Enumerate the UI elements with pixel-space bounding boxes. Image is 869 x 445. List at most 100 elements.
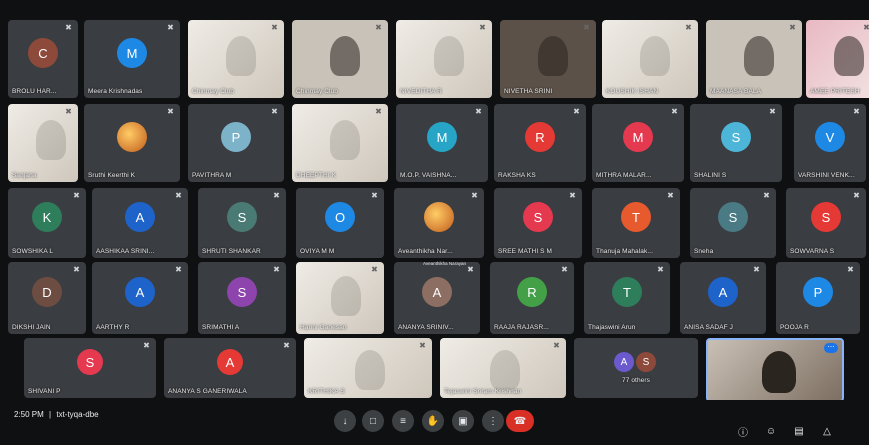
video-feed — [331, 276, 362, 317]
mic-muted-icon: ✖ — [657, 265, 664, 274]
participant-tile[interactable]: NIVETHA SRINI ✖ — [500, 20, 596, 98]
participant-name: AMEE PRITESH — [810, 88, 860, 95]
participant-name: SOWSHIKA L — [12, 248, 54, 255]
participant-tile[interactable]: T Thanuja Mahalak... ✖ — [592, 188, 680, 258]
mic-muted-icon: ✖ — [471, 191, 478, 200]
mic-button[interactable]: ↓ — [334, 410, 356, 432]
participant-tile[interactable]: M MITHRA MALAR... ✖ — [592, 104, 684, 182]
avatar: K — [32, 202, 62, 232]
participant-tile[interactable]: Sruthi Keerthi K ✖ — [84, 104, 180, 182]
camera-button[interactable]: □ — [362, 410, 384, 432]
activities-icon[interactable]: △ — [820, 424, 834, 438]
participant-name: AASHIKAA SRINI... — [96, 248, 155, 255]
participant-name: SHIVANI P — [28, 388, 61, 395]
avatar: T — [612, 277, 642, 307]
participant-tile[interactable]: KRITHIKA S ✖ — [304, 338, 432, 398]
video-feed — [834, 35, 864, 76]
mic-muted-icon: ✖ — [671, 107, 678, 116]
speaking-caption: Aveanthikha Narayan — [423, 261, 466, 266]
participant-name: BROLU HAR... — [12, 88, 57, 95]
mic-muted-icon: ✖ — [863, 23, 869, 32]
participant-tile[interactable]: D DIKSHI JAIN ✖ — [8, 262, 86, 334]
participant-tile[interactable]: A AASHIKAA SRINI... ✖ — [92, 188, 188, 258]
mic-muted-icon: ✖ — [667, 191, 674, 200]
participant-tile[interactable]: Chinmay Club ✖ — [292, 20, 388, 98]
participant-tile[interactable]: P POOJA R ✖ — [776, 262, 860, 334]
participant-tile[interactable]: M Meera Krishnadas ✖ — [84, 20, 180, 98]
participant-tile[interactable]: AMEE PRITESH ✖ — [806, 20, 869, 98]
participant-tile[interactable]: R RAAJA RAJASR... ✖ — [490, 262, 574, 334]
raise-hand-button[interactable]: ✋ — [422, 410, 444, 432]
participant-tile[interactable]: A ANISA SADAF J ✖ — [680, 262, 766, 334]
participant-tile[interactable]: A AARTHY R ✖ — [92, 262, 188, 334]
participant-name: Sruthi Keerthi K — [88, 172, 136, 179]
more-options-icon: ⋮ — [488, 415, 498, 427]
participant-name: Thanuja Mahalak... — [596, 248, 654, 255]
participant-tile[interactable]: Tejaswini Sriram Krishnan ✖ — [440, 338, 566, 398]
participant-tile[interactable]: K SOWSHIKA L ✖ — [8, 188, 86, 258]
participant-tile[interactable]: Sanjana ✖ — [8, 104, 78, 182]
participant-tile[interactable]: V VARSHINI VENK... ✖ — [794, 104, 866, 182]
participant-tile[interactable]: T Thajaswini Arun ✖ — [584, 262, 670, 334]
mic-muted-icon: ✖ — [271, 23, 278, 32]
participant-tile[interactable]: S Sneha ✖ — [690, 188, 776, 258]
participant-tile[interactable]: S SHIVANI P ✖ — [24, 338, 156, 398]
participant-tile[interactable]: MAANASA BALA ✖ — [706, 20, 802, 98]
participant-name: SOWVARNA S — [790, 248, 835, 255]
participant-tile[interactable]: S SHRUTI SHANKAR ✖ — [198, 188, 286, 258]
people-icon[interactable]: ☺ — [764, 424, 778, 438]
avatar: M — [117, 38, 147, 68]
participant-tile[interactable]: O OVIYA M M ✖ — [296, 188, 384, 258]
participant-tile[interactable]: Harini Ganesan ✖ — [296, 262, 384, 334]
avatar: O — [325, 202, 355, 232]
self-video — [761, 350, 796, 393]
meeting-info: 2:50 PM | txt-tyqa-dbe — [14, 410, 99, 419]
avatar: S — [811, 202, 841, 232]
mic-muted-icon: ✖ — [753, 265, 760, 274]
participant-tile[interactable]: Aveanthikha Nar... ✖ — [394, 188, 484, 258]
participant-tile[interactable]: P PAVITHRA M ✖ — [188, 104, 284, 182]
mic-muted-icon: ✖ — [853, 191, 860, 200]
participant-name: MITHRA MALAR... — [596, 172, 652, 179]
participant-name: Meera Krishnadas — [88, 88, 143, 95]
participant-name: ANANYA SRINIV... — [398, 324, 454, 331]
separator: | — [49, 410, 52, 419]
video-feed — [434, 35, 465, 76]
participant-tile[interactable]: KOUSHIK ISHAN ✖ — [602, 20, 698, 98]
participant-tile[interactable]: S SHALINI S ✖ — [690, 104, 782, 182]
info-icon[interactable]: ⓘ — [736, 424, 750, 439]
self-view-badge[interactable]: ⋯ — [824, 343, 838, 353]
meeting-time: 2:50 PM — [14, 410, 44, 419]
participant-tile[interactable]: A S 77 others — [574, 338, 698, 398]
present-button[interactable]: ▣ — [452, 410, 474, 432]
avatar: P — [221, 122, 251, 152]
participant-tile[interactable]: A ANANYA S GANERIWALA ✖ — [164, 338, 296, 398]
avatar: S — [227, 202, 257, 232]
participant-name: NIVETHA SRINI — [504, 88, 553, 95]
mic-muted-icon: ✖ — [375, 23, 382, 32]
mic-muted-icon: ✖ — [371, 191, 378, 200]
mic-muted-icon: ✖ — [143, 341, 150, 350]
more-options-button[interactable]: ⋮ — [482, 410, 504, 432]
participant-tile[interactable]: S SRIMATHI A ✖ — [198, 262, 286, 334]
avatar: A — [422, 277, 452, 307]
meeting-code: txt-tyqa-dbe — [56, 410, 99, 419]
avatar: A — [614, 352, 634, 372]
participant-tile[interactable]: M M.O.P. VAISHNA... ✖ — [396, 104, 488, 182]
avatar: V — [815, 122, 845, 152]
captions-button[interactable]: ≡ — [392, 410, 414, 432]
participant-tile[interactable]: S SREE MATHI S M ✖ — [494, 188, 582, 258]
participant-tile[interactable]: A ANANYA SRINIV... ✖ — [394, 262, 480, 334]
participant-tile[interactable]: R RAKSHA KS ✖ — [494, 104, 586, 182]
participant-tile[interactable]: NIVEDITHA R ✖ — [396, 20, 492, 98]
participant-tile[interactable]: ⋯ — [706, 338, 844, 402]
chat-icon[interactable]: ▤ — [792, 424, 806, 438]
participant-tile[interactable]: Chinmay Club ✖ — [188, 20, 284, 98]
avatar: S — [721, 122, 751, 152]
participant-tile[interactable]: C BROLU HAR... ✖ — [8, 20, 78, 98]
avatar: A — [217, 349, 243, 375]
participant-tile[interactable]: DHEEPTHI K ✖ — [292, 104, 388, 182]
participant-tile[interactable]: S SOWVARNA S ✖ — [786, 188, 866, 258]
leave-call-button[interactable]: ☎ — [506, 410, 534, 432]
video-feed — [226, 35, 257, 76]
